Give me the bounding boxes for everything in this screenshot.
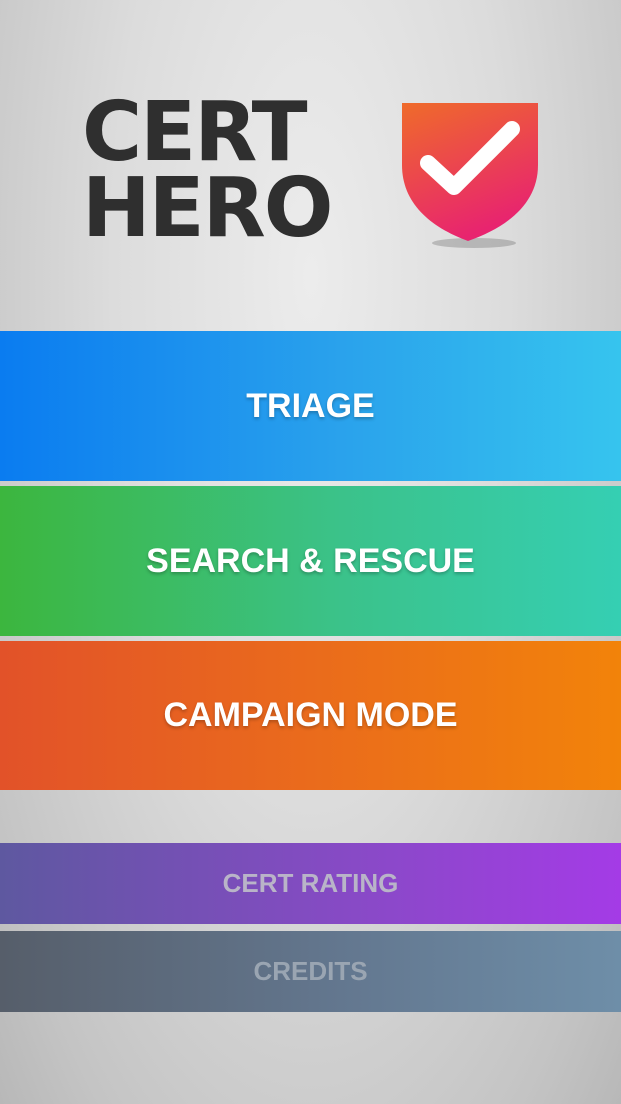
triage-button-label: TRIAGE [246,386,375,425]
campaign-mode-button[interactable]: CAMPAIGN MODE [0,641,621,790]
search-rescue-button-label: SEARCH & RESCUE [146,541,475,580]
credits-button[interactable]: CREDITS [0,931,621,1012]
campaign-mode-button-label: CAMPAIGN MODE [163,696,458,734]
logo-line-cert: CERT [82,85,308,180]
logo-wordmark: CERT HERO [82,85,333,256]
logo-line-hero: HERO [82,161,333,256]
search-rescue-button[interactable]: SEARCH & RESCUE [0,486,621,636]
cert-rating-button[interactable]: CERT RATING [0,843,621,924]
shield-check-icon [402,103,538,248]
triage-button[interactable]: TRIAGE [0,331,621,481]
main-menu-screen: { "logo": { "line1": "CERT", "line2": "H… [0,0,621,1104]
credits-button-label: CREDITS [253,956,368,986]
cert-rating-button-label: CERT RATING [222,868,399,898]
app-logo: CERT HERO [82,85,542,256]
